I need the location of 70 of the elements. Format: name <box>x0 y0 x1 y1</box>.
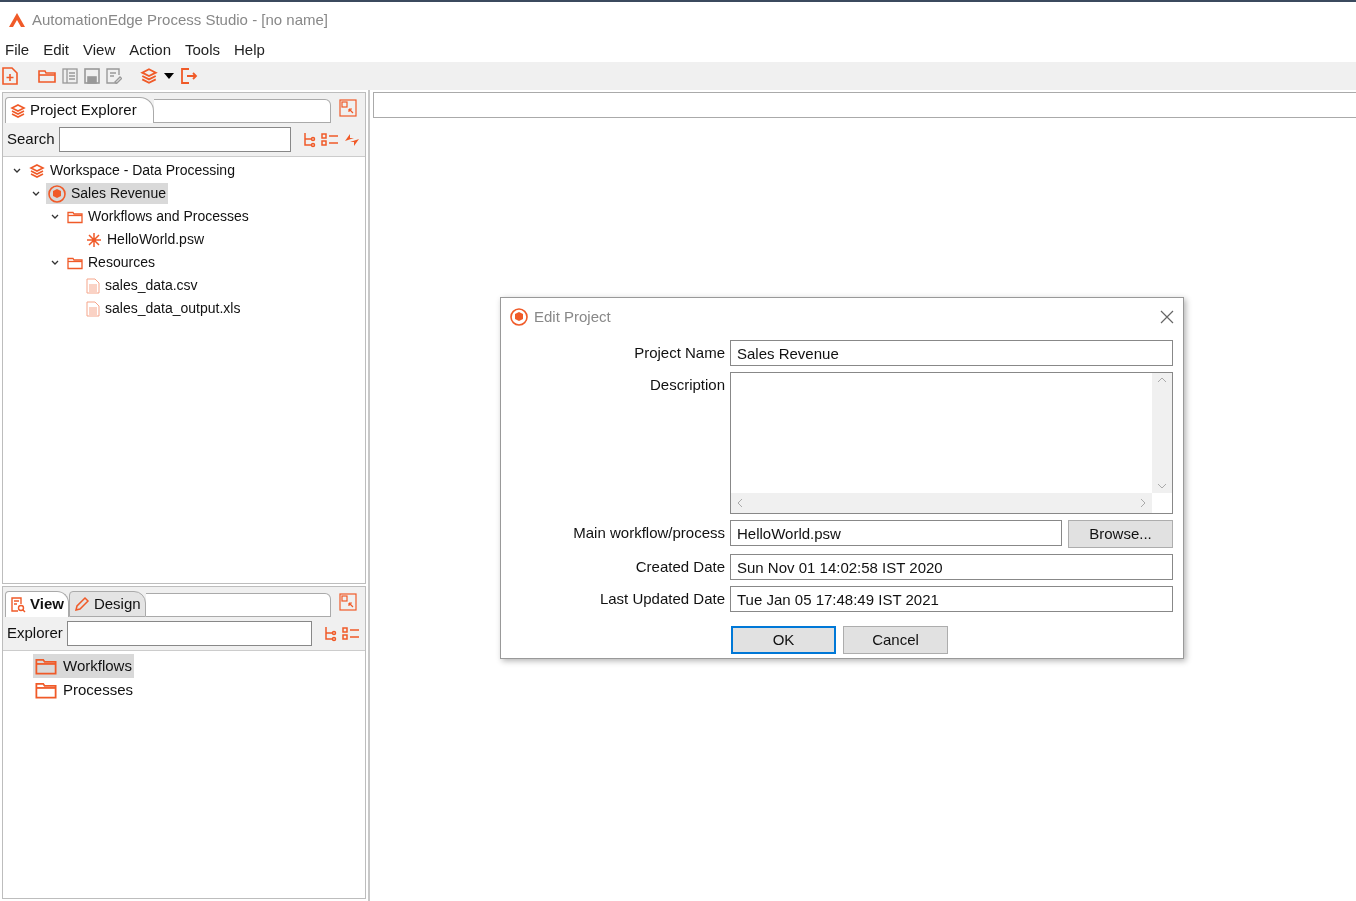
app-logo-icon <box>8 12 26 28</box>
tree-item[interactable]: sales_data.csv <box>84 275 200 296</box>
field-label: Last Updated Date <box>598 589 725 609</box>
pencil-icon <box>73 596 90 612</box>
save-icon[interactable] <box>84 68 100 84</box>
dialog-title: Edit Project <box>534 306 611 327</box>
folder-icon <box>67 255 83 270</box>
dialog-button[interactable]: OK <box>731 626 836 654</box>
field-label: Created Date <box>634 557 725 577</box>
scroll-right-icon[interactable] <box>1140 498 1146 508</box>
scroll-up-icon[interactable] <box>1157 377 1167 383</box>
scroll-left-icon[interactable] <box>737 498 743 508</box>
vertical-scrollbar[interactable] <box>1152 373 1172 493</box>
layers-icon <box>29 162 45 179</box>
tree-item[interactable]: Sales Revenue <box>46 183 168 204</box>
tree-item[interactable]: HelloWorld.psw <box>84 229 206 250</box>
window-title: AutomationEdge Process Studio - [no name] <box>32 9 328 30</box>
document-icon <box>86 300 100 317</box>
text-field[interactable]: Sun Nov 01 14:02:58 IST 2020 <box>730 554 1173 580</box>
description-field[interactable] <box>730 372 1173 514</box>
horizontal-scrollbar[interactable] <box>731 493 1152 513</box>
list-page-icon[interactable] <box>62 68 78 84</box>
open-folder-icon[interactable] <box>38 69 56 83</box>
tree-item[interactable]: Resources <box>65 252 157 273</box>
edit-page-icon[interactable] <box>106 68 122 84</box>
folder-icon <box>35 681 57 699</box>
cube-badge-icon <box>510 308 528 326</box>
restore-icon[interactable] <box>339 593 357 611</box>
search-label: Search <box>7 129 55 150</box>
restore-icon[interactable] <box>339 99 357 117</box>
cube-badge-icon <box>48 184 66 203</box>
tree-item[interactable]: Workflows and Processes <box>65 206 251 227</box>
panel-tab[interactable]: Design <box>68 591 146 617</box>
list-icon[interactable] <box>341 626 360 641</box>
layers-icon <box>140 67 158 85</box>
panel-tab[interactable]: View <box>5 591 69 617</box>
menu-item[interactable]: Edit <box>43 38 70 62</box>
menu-item[interactable]: Action <box>129 38 171 62</box>
browse-button[interactable]: Browse... <box>1068 520 1173 548</box>
layers-icon <box>10 102 26 119</box>
sparkle-icon <box>86 231 102 248</box>
folder-icon <box>35 657 57 675</box>
menu-item[interactable]: File <box>5 38 30 62</box>
field-label: Project Name <box>633 343 725 363</box>
menu-item[interactable]: Tools <box>185 38 220 62</box>
folder-icon <box>67 209 83 224</box>
text-field[interactable]: HelloWorld.psw <box>730 520 1062 546</box>
field-label: Main workflow/process <box>572 523 725 543</box>
document-search-icon <box>10 596 26 613</box>
explorer-label: Explorer <box>7 623 63 644</box>
text-field[interactable]: Tue Jan 05 17:48:49 IST 2021 <box>730 586 1173 612</box>
dialog-button[interactable]: Cancel <box>843 626 948 654</box>
document-icon <box>86 277 100 294</box>
search-field[interactable] <box>58 127 291 152</box>
exit-icon[interactable] <box>180 67 198 85</box>
text-field[interactable]: Sales Revenue <box>730 340 1173 366</box>
close-icon[interactable] <box>1160 310 1174 324</box>
explorer-field[interactable] <box>66 621 312 646</box>
list-item[interactable]: Workflows <box>33 654 134 678</box>
tree-item[interactable]: Workspace - Data Processing <box>27 160 237 181</box>
list-icon[interactable] <box>320 132 339 147</box>
menu-item[interactable]: Help <box>234 38 265 62</box>
new-file-icon[interactable] <box>2 67 18 85</box>
menu-item[interactable]: View <box>83 38 116 62</box>
scroll-down-icon[interactable] <box>1157 483 1167 489</box>
field-label: Description <box>648 375 725 395</box>
tree-item[interactable]: sales_data_output.xls <box>84 298 243 319</box>
list-item[interactable]: Processes <box>33 678 136 702</box>
project-explorer-tab[interactable]: Project Explorer <box>5 97 154 123</box>
dropdown-caret-icon[interactable] <box>164 73 174 79</box>
